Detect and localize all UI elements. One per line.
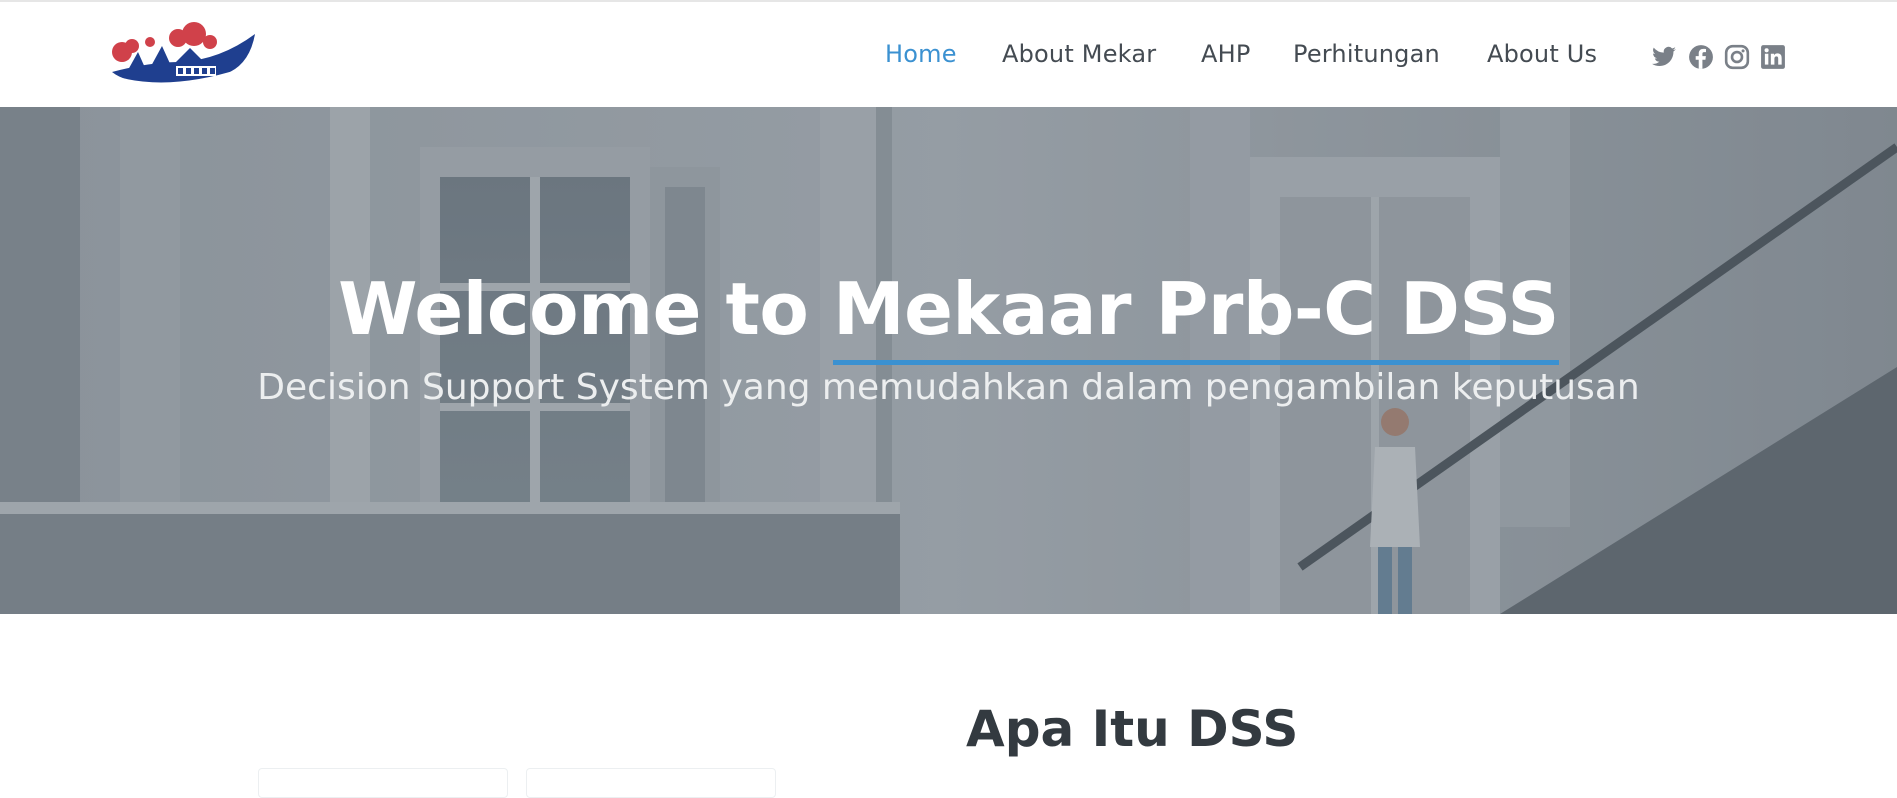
- feature-card: [258, 768, 508, 798]
- nav-about-us[interactable]: About Us: [1487, 40, 1597, 68]
- section-title-apa-itu-dss: Apa Itu DSS: [966, 700, 1299, 758]
- nav-ahp[interactable]: AHP: [1201, 40, 1251, 68]
- hero-banner: Welcome to Mekaar Prb-C DSS Decision Sup…: [0, 107, 1897, 614]
- twitter-icon[interactable]: [1651, 44, 1677, 70]
- nav-perhitungan[interactable]: Perhitungan: [1293, 40, 1440, 68]
- facebook-icon[interactable]: [1688, 44, 1714, 70]
- linkedin-icon[interactable]: [1760, 44, 1786, 70]
- hero-title-highlight: Mekaar Prb-C DSS: [832, 267, 1559, 365]
- nav-about-mekar[interactable]: About Mekar: [1002, 40, 1156, 68]
- hero-subtitle: Decision Support System yang memudahkan …: [257, 367, 1640, 408]
- hero-title: Welcome to Mekaar Prb-C DSS: [0, 267, 1897, 365]
- site-logo[interactable]: [110, 22, 260, 88]
- site-header: Home About Mekar AHP Perhitungan About U…: [0, 2, 1897, 107]
- nav-home[interactable]: Home: [885, 40, 957, 68]
- logo-graphic: [112, 22, 255, 85]
- instagram-icon[interactable]: [1724, 44, 1750, 70]
- hero-title-lead: Welcome to: [338, 267, 833, 351]
- feature-card: [526, 768, 776, 798]
